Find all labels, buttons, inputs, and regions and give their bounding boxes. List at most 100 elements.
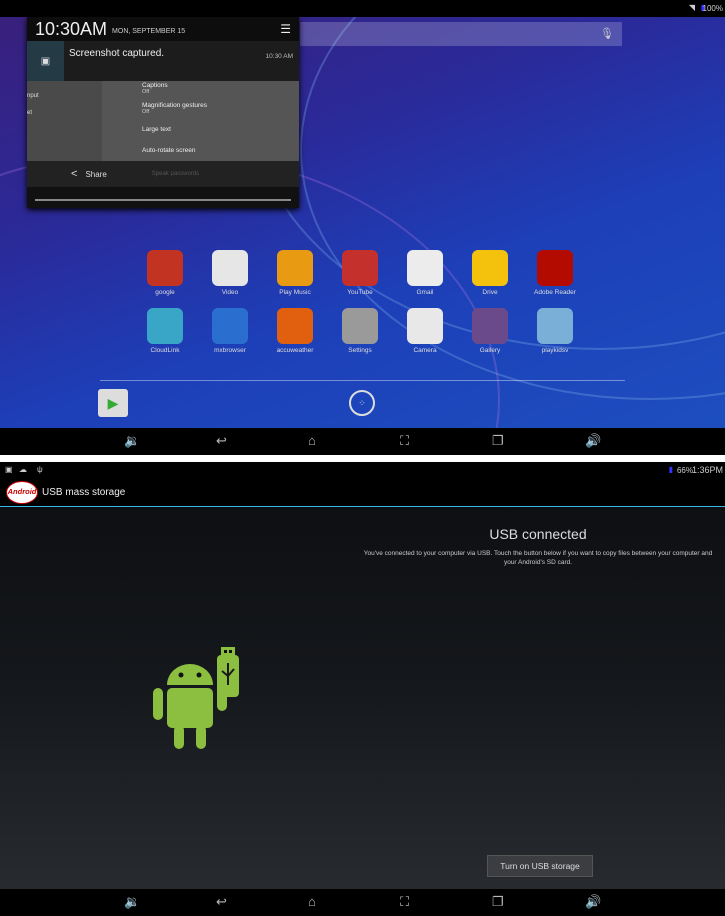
settings-icon	[342, 308, 378, 344]
home-icon[interactable]: ⌂	[308, 894, 316, 909]
app-youtube[interactable]: YouTube	[330, 250, 390, 296]
volume-down-icon[interactable]: 🔉	[124, 433, 140, 449]
video-icon	[212, 250, 248, 286]
app-video[interactable]: Video	[200, 250, 260, 296]
search-bar[interactable]: 🎙	[300, 22, 622, 46]
home-screen: ◥ ▮ 100% 🎙 10:30AM MON, SEPTEMBER 15 ☰ ▣…	[0, 0, 725, 455]
app-drive[interactable]: Drive	[460, 250, 520, 296]
clock: 1:36PM	[691, 465, 723, 475]
drive-icon	[472, 250, 508, 286]
volume-down-icon[interactable]: 🔉	[124, 894, 140, 910]
wifi-icon: ◥	[688, 3, 695, 12]
volume-up-icon[interactable]: 🔊	[585, 894, 601, 910]
app-cloudlink[interactable]: CloudLink	[135, 308, 195, 354]
page-title: USB mass storage	[42, 487, 126, 498]
nav-bar: 🔉 ↩ ⌂ ⛶ ❐ 🔊	[0, 428, 725, 455]
app-label: playkidsv	[541, 347, 569, 354]
share-label: Share	[85, 169, 107, 179]
mic-icon[interactable]: 🎙	[600, 27, 614, 40]
play-store-icon[interactable]: ▶	[98, 389, 128, 417]
app-drawer-icon[interactable]: ⁘	[349, 390, 375, 416]
battery-level: 66%	[676, 466, 693, 475]
app-label: Drive	[482, 289, 498, 296]
notification-title: Screenshot captured.	[69, 48, 165, 59]
app-playkidsv[interactable]: playkidsv	[525, 308, 585, 354]
app-label: Camera	[413, 347, 437, 354]
preview-item: Speak passwords	[151, 171, 200, 177]
app-label: google	[155, 289, 175, 296]
android-logo: Android	[6, 481, 38, 504]
gallery-icon	[472, 308, 508, 344]
preview-item: Auto-rotate screen	[142, 147, 196, 154]
app-label: Gallery	[479, 347, 501, 354]
adobe-reader-icon	[537, 250, 573, 286]
panel-handle[interactable]	[35, 199, 291, 201]
preview-item: Large text	[142, 126, 171, 133]
screenshot-icon[interactable]: ⛶	[400, 894, 409, 910]
nav-bar: 🔉 ↩ ⌂ ⛶ ❐ 🔊	[0, 889, 725, 916]
back-icon[interactable]: ↩	[216, 433, 227, 449]
back-icon[interactable]: ↩	[216, 894, 227, 910]
status-bar: ◥ ▮ 100%	[0, 0, 725, 17]
app-label: Play Music	[279, 289, 311, 296]
usb-heading: USB connected	[489, 526, 587, 542]
screenshot-preview: nput et Captions Off Magnification gestur…	[27, 81, 299, 187]
date: MON, SEPTEMBER 15	[112, 28, 186, 35]
battery-level: 100%	[702, 4, 723, 13]
app-google[interactable]: google	[135, 250, 195, 296]
usb-storage-screen: ▣ ☁ ψ ▮ 66% 1:36PM Android USB mass stor…	[0, 462, 725, 916]
recent-apps-icon[interactable]: ❐	[492, 894, 504, 910]
battery-icon: ▮	[668, 465, 673, 474]
youtube-icon	[342, 250, 378, 286]
accuweather-icon	[277, 308, 313, 344]
dock-divider	[100, 380, 625, 381]
preview-sub: Off	[142, 109, 150, 115]
recent-apps-icon[interactable]: ❐	[492, 433, 504, 449]
cloudlink-icon	[147, 308, 183, 344]
preview-sub: Off	[142, 89, 150, 95]
screenshot-icon[interactable]: ⛶	[400, 433, 409, 449]
action-bar: Android USB mass storage	[0, 478, 725, 507]
app-gallery[interactable]: Gallery	[460, 308, 520, 354]
image-icon: ▣	[40, 55, 51, 67]
app-label: Gmail	[416, 289, 434, 296]
app-mxbrowser[interactable]: mxbrowser	[200, 308, 260, 354]
screenshot-notification[interactable]: ▣ Screenshot captured. 10:30 AM	[27, 41, 299, 81]
camera-icon	[407, 308, 443, 344]
app-adobe-reader[interactable]: Adobe Reader	[525, 250, 585, 296]
preview-text: et	[27, 110, 33, 116]
volume-up-icon[interactable]: 🔊	[585, 433, 601, 449]
preview-text: nput	[27, 93, 39, 99]
mxbrowser-icon	[212, 308, 248, 344]
app-gmail[interactable]: Gmail	[395, 250, 455, 296]
turn-on-usb-storage-button[interactable]: Turn on USB storage	[487, 855, 593, 877]
play-music-icon	[277, 250, 313, 286]
usb-icon: ψ	[37, 465, 43, 474]
app-label: accuweather	[276, 347, 314, 354]
app-label: Settings	[348, 347, 372, 354]
notification-time: 10:30 AM	[265, 53, 293, 60]
preview-item: Captions	[142, 82, 168, 89]
app-label: Video	[221, 289, 239, 296]
status-bar: ▣ ☁ ψ ▮ 66% 1:36PM	[0, 462, 725, 478]
cloud-upload-icon: ☁	[19, 465, 27, 474]
app-accuweather[interactable]: accuweather	[265, 308, 325, 354]
preview-item: Magnification gestures	[142, 102, 208, 109]
app-play-music[interactable]: Play Music	[265, 250, 325, 296]
app-camera[interactable]: Camera	[395, 308, 455, 354]
home-icon[interactable]: ⌂	[308, 433, 316, 448]
app-label: Adobe Reader	[534, 289, 576, 296]
notification-panel: 10:30AM MON, SEPTEMBER 15 ☰ ▣ Screenshot…	[27, 17, 299, 208]
app-settings[interactable]: Settings	[330, 308, 390, 354]
usb-description: You've connected to your computer via US…	[363, 550, 713, 566]
app-label: CloudLink	[150, 347, 180, 354]
clock: 10:30AM	[35, 18, 108, 39]
share-icon: <	[71, 168, 78, 180]
google-icon	[147, 250, 183, 286]
gmail-icon	[407, 250, 443, 286]
app-label: YouTube	[347, 289, 373, 296]
app-label: mxbrowser	[214, 347, 246, 354]
share-button[interactable]: < Share Speak passwords	[27, 161, 299, 187]
image-icon: ▣	[5, 465, 13, 474]
clear-all-icon[interactable]: ☰	[280, 22, 291, 36]
